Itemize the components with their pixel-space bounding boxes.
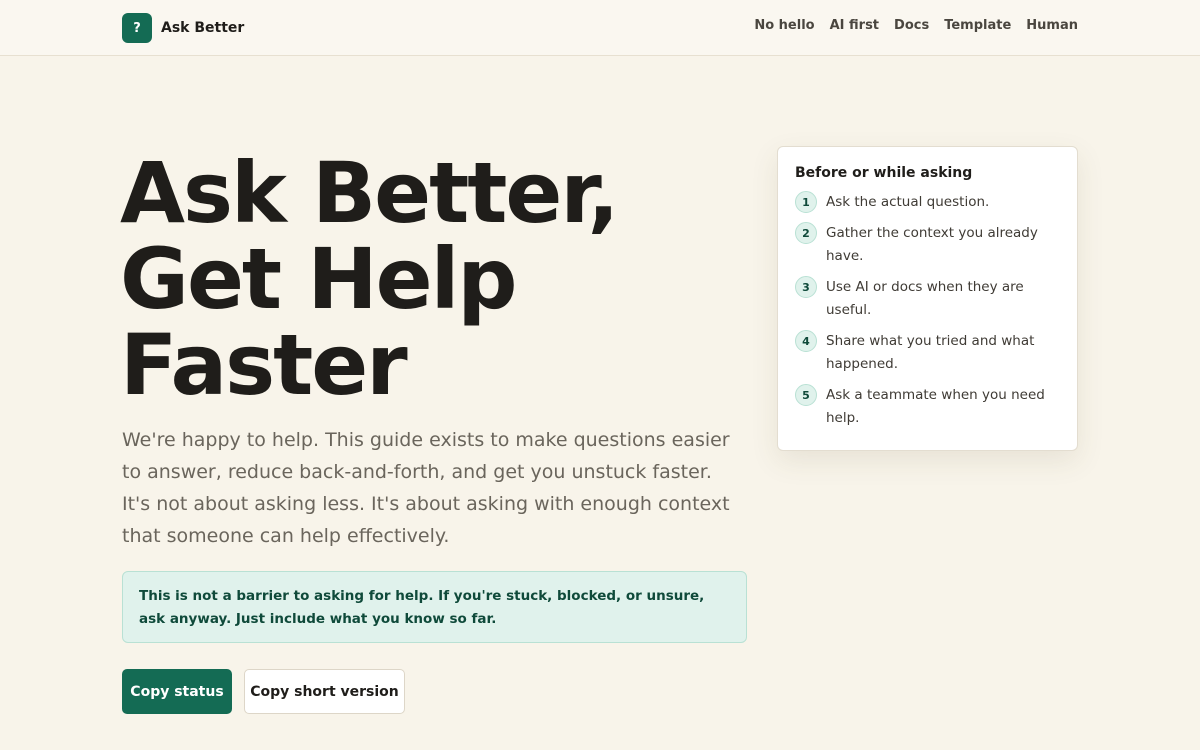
brand[interactable]: ? Ask Better — [122, 13, 244, 43]
hero-title-line: Faster — [120, 316, 408, 414]
question-mark-logo-icon: ? — [122, 13, 152, 43]
checklist-step: 1 Ask the actual question. — [795, 191, 1060, 214]
brand-name: Ask Better — [161, 20, 245, 36]
nav-link-human[interactable]: Human — [1026, 18, 1078, 33]
main-nav: No hello AI first Docs Template Human — [754, 18, 1078, 33]
step-text: Ask a teammate when you need help. — [826, 387, 1045, 426]
hero-title-line: Ask Better, — [120, 144, 619, 242]
copy-short-version-button[interactable]: Copy short version — [244, 669, 405, 714]
step-number-badge: 5 — [795, 384, 817, 406]
nav-link-no-hello[interactable]: No hello — [754, 18, 814, 33]
nav-link-docs[interactable]: Docs — [894, 18, 929, 33]
step-text: Ask the actual question. — [826, 194, 990, 210]
step-number-badge: 2 — [795, 222, 817, 244]
hero-title: Ask Better, Get Help Faster — [120, 150, 740, 408]
checklist-title: Before or while asking — [795, 165, 973, 181]
checklist-step: 3 Use AI or docs when they are useful. — [795, 276, 1060, 322]
checklist-steps: 1 Ask the actual question. 2 Gather the … — [795, 191, 1060, 430]
nav-link-template[interactable]: Template — [944, 18, 1011, 33]
nav-link-ai-first[interactable]: AI first — [830, 18, 879, 33]
intro-paragraph: We're happy to help. This guide exists t… — [122, 429, 730, 547]
step-number-badge: 3 — [795, 276, 817, 298]
step-number-badge: 1 — [795, 191, 817, 213]
step-number-badge: 4 — [795, 330, 817, 352]
checklist-step: 4 Share what you tried and what happened… — [795, 330, 1060, 376]
step-text: Use AI or docs when they are useful. — [826, 279, 1024, 318]
help-notice: This is not a barrier to asking for help… — [122, 571, 747, 643]
hero-title-line: Get Help — [120, 230, 518, 328]
step-text: Gather the context you already have. — [826, 225, 1038, 264]
checklist-step: 2 Gather the context you already have. — [795, 222, 1060, 268]
copy-status-button[interactable]: Copy status — [122, 669, 232, 714]
step-text: Share what you tried and what happened. — [826, 333, 1035, 372]
checklist-step: 5 Ask a teammate when you need help. — [795, 384, 1060, 430]
checklist-card: Before or while asking 1 Ask the actual … — [777, 146, 1078, 451]
top-bar: ? Ask Better No hello AI first Docs Temp… — [0, 0, 1200, 56]
